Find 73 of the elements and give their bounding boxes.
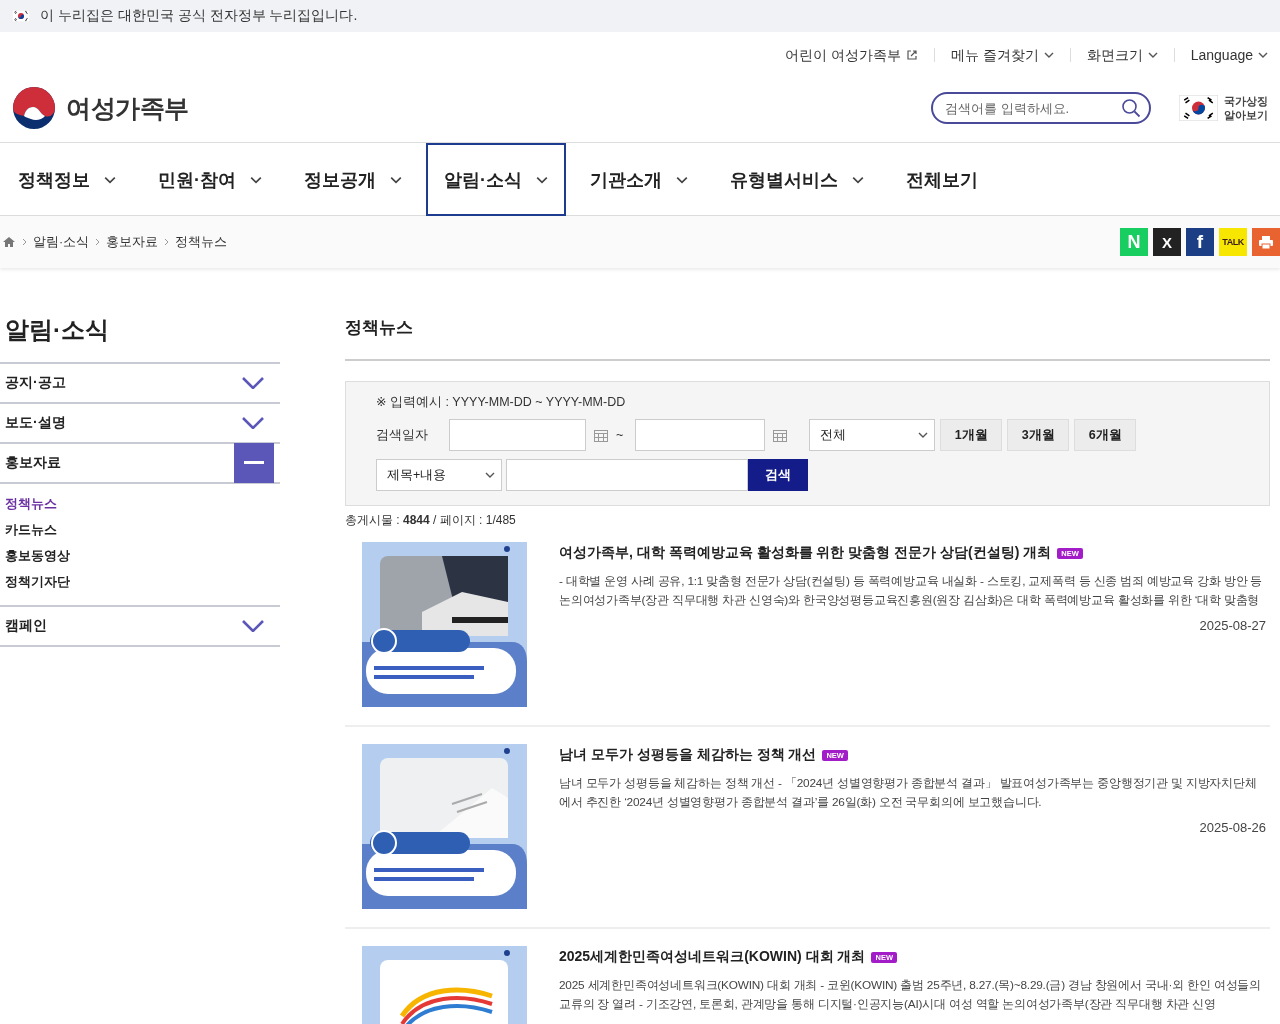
- post-title[interactable]: 여성가족부, 대학 폭력예방교육 활성화를 위한 맞춤형 전문가 상담(컨설팅) 개최: [559, 544, 1052, 562]
- calendar-icon: [594, 428, 608, 442]
- chevron-icon: [164, 238, 170, 246]
- caret-icon: [918, 432, 929, 438]
- nav-tab[interactable]: 정보공개: [286, 143, 420, 216]
- utility-link[interactable]: Language: [1173, 48, 1268, 62]
- sidebar-item[interactable]: 캠페인: [0, 607, 280, 647]
- date-label: 검색일자: [376, 426, 429, 444]
- post-title[interactable]: 남녀 모두가 성평등을 체감하는 정책 개선: [559, 746, 817, 764]
- sidebar-subitem[interactable]: 카드뉴스: [5, 522, 280, 539]
- post-date: 2025-08-27: [1199, 618, 1266, 633]
- nav-tab[interactable]: 기관소개: [572, 143, 706, 216]
- chevron-icon: [242, 620, 264, 632]
- national-symbols-link[interactable]: 국가상징 알아보기: [1224, 94, 1268, 122]
- share-button[interactable]: TALK: [1219, 228, 1247, 256]
- post-summary: - 대학별 운영 사례 공유, 1:1 맞춤형 전문가 상담(컨설팅) 등 폭력예방교육 내실화 - 스토킹, 교제폭력 등 신종 범죄 예방교육 강화 방안 등 논의여성가족부(장관 직무대행 차관 신영숙)와 한국양성평등교육진흥원(원장 김삼화)은 대학 폭력예방교육 활성화를 위한 ‘대학 맞춤형: [559, 573, 1264, 609]
- post-summary: 2025 세계한민족여성네트워크(KOWIN) 대회 개최 - 코윈(KOWIN) 출범 25주년, 8.27.(목)~8.29.(금) 경남 창원에서 국내·외 한인 여성들의 교류의 장 열려 - 기조강연, 토론회, 관계망을 통해 디지털·인공지능(AI)시대 여성 역할 논의여성가족부(장관 직무대행 차관 신영: [559, 977, 1263, 1013]
- gov-banner-text: 이 누리집은 대한민국 공식 전자정부 누리집입니다.: [40, 7, 358, 25]
- chevron-icon: [242, 417, 264, 429]
- post-date: 2025-08-26: [1199, 820, 1266, 835]
- period-button[interactable]: 3개월: [1007, 419, 1070, 451]
- utility-link[interactable]: 메뉴 즐겨찾기: [933, 48, 1054, 62]
- breadcrumb-link[interactable]: 알림·소식: [33, 233, 90, 251]
- nav-tab[interactable]: 전체보기: [888, 143, 996, 216]
- post-title[interactable]: 2025세계한민족여성네트워크(KOWIN) 대회 개최: [559, 948, 866, 966]
- caret-icon: [1043, 52, 1054, 58]
- sidebar-subitem[interactable]: 홍보동영상: [5, 548, 280, 565]
- sidebar-item[interactable]: 공지·공고: [0, 364, 280, 404]
- logo-icon: [12, 86, 56, 130]
- period-button[interactable]: 6개월: [1074, 419, 1137, 451]
- minus-icon: [244, 461, 264, 465]
- start-date-field[interactable]: [449, 419, 586, 451]
- caret-icon: [485, 472, 495, 478]
- nav-tab[interactable]: 유형별서비스: [712, 143, 882, 216]
- period-button[interactable]: 1개월: [940, 419, 1003, 451]
- field-select[interactable]: 제목+내용: [376, 459, 502, 491]
- input-hint: ※ 입력예시 : YYYY-MM-DD ~ YYYY-MM-DD: [376, 394, 627, 411]
- keyword-field[interactable]: [506, 459, 748, 491]
- print-button[interactable]: [1252, 228, 1280, 256]
- sidebar-title: 알림·소식: [0, 314, 280, 364]
- post-summary: 남녀 모두가 성평등을 체감하는 정책 개선 - 「2024년 성별영향평가 종합분석 결과」 발표여성가족부는 중앙행정기관 및 지방자치단체에서 추진한 ‘2024년 성별영향평가 종합분석 결과’를 26일(화) 오전 국무회의에 보고했습니다.: [559, 775, 1258, 811]
- printer-icon: [1258, 234, 1274, 250]
- period-select[interactable]: 전체: [809, 419, 936, 451]
- chevron-icon: [95, 238, 101, 246]
- share-button[interactable]: f: [1186, 228, 1214, 256]
- nav-tab[interactable]: 정책정보: [0, 143, 134, 216]
- end-date-field[interactable]: [635, 419, 766, 451]
- caret-icon: [1147, 52, 1158, 58]
- sidebar-subitem[interactable]: 정책기자단: [5, 574, 280, 591]
- calendar-icon: [773, 428, 788, 442]
- search-icon: [1121, 98, 1141, 118]
- range-separator: ~: [616, 428, 624, 442]
- search-field[interactable]: 검색어를 입력하세요.: [931, 92, 1151, 124]
- result-summary: 총게시물 : 4844 / 페이지 : 1/485: [345, 512, 517, 529]
- utility-link[interactable]: 화면크기: [1069, 48, 1158, 62]
- sidebar-subitem[interactable]: 정책뉴스: [5, 496, 280, 513]
- breadcrumb-link[interactable]: 정책뉴스: [175, 233, 228, 251]
- utility-link[interactable]: 어린이 여성가족부: [768, 48, 918, 62]
- flag-icon: [12, 10, 30, 22]
- breadcrumb-link[interactable]: 홍보자료: [106, 233, 159, 251]
- caret-icon: [1258, 52, 1268, 58]
- nav-tab[interactable]: 알림·소식: [426, 143, 566, 216]
- page-title: 정책뉴스: [345, 316, 1270, 361]
- flag-icon: [1179, 95, 1218, 121]
- home-icon: [2, 236, 16, 248]
- nav-tab[interactable]: 민원·참여: [140, 143, 280, 216]
- share-button[interactable]: X: [1153, 228, 1181, 256]
- chevron-icon: [242, 377, 264, 389]
- logo-text[interactable]: 여성가족부: [66, 91, 189, 125]
- external-link-icon: [905, 49, 918, 61]
- sidebar-item[interactable]: 홍보자료: [0, 444, 280, 484]
- chevron-icon: [22, 238, 27, 246]
- search-button[interactable]: 검색: [748, 459, 808, 491]
